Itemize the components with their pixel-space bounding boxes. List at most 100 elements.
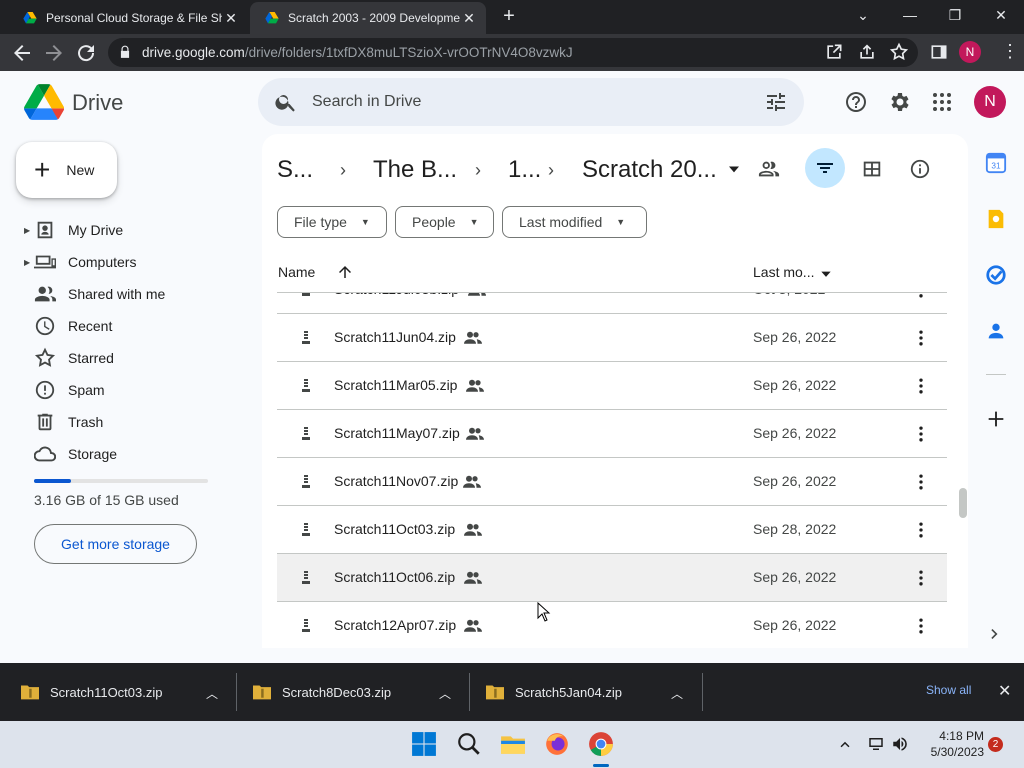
file-type-filter-chip[interactable]: File type ▼	[277, 206, 387, 238]
table-row[interactable]: Scratch12Apr07.zip Sep 26, 2022	[277, 602, 947, 648]
browser-profile-avatar[interactable]: N	[959, 41, 981, 63]
show-all-downloads-link[interactable]: Show all	[926, 683, 971, 697]
sidebar-item-spam[interactable]: Spam	[0, 374, 250, 406]
lock-icon[interactable]	[118, 45, 132, 59]
tab-scratch-development[interactable]: Scratch 2003 - 2009 Development ✕	[250, 2, 486, 34]
taskbar-search-icon[interactable]	[456, 731, 482, 757]
minimize-icon[interactable]: —	[896, 4, 924, 28]
reload-icon[interactable]	[74, 41, 98, 65]
close-download-bar-icon[interactable]: ✕	[998, 681, 1011, 701]
table-row[interactable]: Scratch11Jul03b.zip Oct 3, 2022	[277, 293, 947, 314]
info-icon[interactable]	[909, 158, 931, 180]
new-button[interactable]: + New	[16, 142, 117, 198]
more-actions-icon[interactable]	[911, 616, 931, 636]
download-item-2[interactable]: Scratch8Dec03.zip ︿	[252, 663, 458, 721]
breadcrumb-item-3[interactable]: 1...	[508, 156, 541, 184]
more-actions-icon[interactable]	[911, 424, 931, 444]
more-actions-icon[interactable]	[911, 520, 931, 540]
column-header-name[interactable]: Name	[278, 264, 315, 280]
network-icon[interactable]	[867, 735, 885, 753]
people-filter-chip[interactable]: People ▼	[395, 206, 494, 238]
search-icon[interactable]	[274, 90, 298, 114]
column-dropdown-icon[interactable]	[819, 267, 833, 281]
calendar-icon[interactable]: 31	[985, 152, 1007, 174]
address-bar[interactable]: drive.google.com/drive/folders/1txfDX8mu…	[108, 38, 918, 67]
close-tab-icon[interactable]: ✕	[460, 10, 478, 27]
sidebar-item-my-drive[interactable]: ▶ My Drive	[0, 214, 250, 246]
tab-search-chevron-icon[interactable]: ⌄	[849, 4, 877, 28]
get-more-storage-button[interactable]: Get more storage	[34, 524, 197, 564]
breadcrumb-item-1[interactable]: S...	[277, 156, 313, 184]
more-actions-icon[interactable]	[911, 568, 931, 588]
settings-gear-icon[interactable]	[888, 90, 912, 114]
file-name[interactable]: Scratch11Mar05.zip	[334, 377, 457, 393]
sidebar-item-computers[interactable]: ▶ Computers	[0, 246, 250, 278]
install-app-icon[interactable]	[824, 42, 844, 62]
download-item-3[interactable]: Scratch5Jan04.zip ︿	[485, 663, 691, 721]
tasks-icon[interactable]	[985, 264, 1007, 286]
search-input[interactable]	[312, 89, 732, 115]
more-actions-icon[interactable]	[911, 376, 931, 396]
keep-icon[interactable]	[985, 208, 1007, 230]
file-name[interactable]: Scratch11Jul03b.zip	[334, 293, 459, 297]
sidebar-item-trash[interactable]: Trash	[0, 406, 250, 438]
expand-caret-icon[interactable]: ▶	[24, 258, 34, 267]
sidebar-item-starred[interactable]: Starred	[0, 342, 250, 374]
drive-logo-icon[interactable]	[24, 84, 64, 120]
firefox-icon[interactable]	[544, 731, 570, 757]
window-close-icon[interactable]: ✕	[987, 4, 1015, 28]
table-row[interactable]: Scratch11Oct03.zip Sep 28, 2022	[277, 506, 947, 554]
add-addon-plus-icon[interactable]	[985, 408, 1007, 430]
forward-arrow-icon[interactable]	[42, 41, 66, 65]
windows-start-icon[interactable]	[411, 731, 437, 757]
side-panel-icon[interactable]	[929, 42, 949, 62]
table-row[interactable]: Scratch11Oct06.zip Sep 26, 2022	[277, 554, 947, 602]
download-options-chevron-icon[interactable]: ︿	[439, 685, 451, 702]
more-actions-icon[interactable]	[911, 472, 931, 492]
table-row[interactable]: Scratch11Jun04.zip Sep 26, 2022	[277, 314, 947, 362]
share-icon[interactable]	[857, 42, 877, 62]
notification-badge[interactable]: 2	[988, 737, 1003, 752]
side-panel-expand-chevron-icon[interactable]	[985, 624, 1005, 644]
bookmark-star-icon[interactable]	[889, 42, 909, 62]
breadcrumb-current-folder[interactable]: Scratch 20...	[582, 156, 717, 184]
account-avatar[interactable]: N	[974, 86, 1006, 118]
sidebar-item-recent[interactable]: Recent	[0, 310, 250, 342]
file-name[interactable]: Scratch11Oct06.zip	[334, 569, 455, 585]
breadcrumb-item-2[interactable]: The B...	[373, 156, 457, 184]
filter-icon[interactable]	[813, 156, 837, 180]
download-item-1[interactable]: Scratch11Oct03.zip ︿	[20, 663, 226, 721]
scrollbar-thumb[interactable]	[959, 488, 967, 518]
close-tab-icon[interactable]: ✕	[222, 10, 240, 27]
volume-icon[interactable]	[891, 735, 909, 753]
help-icon[interactable]	[844, 90, 868, 114]
grid-view-icon[interactable]	[861, 158, 883, 180]
download-options-chevron-icon[interactable]: ︿	[671, 685, 683, 702]
search-options-icon[interactable]	[764, 90, 788, 114]
table-row[interactable]: Scratch11Mar05.zip Sep 26, 2022	[277, 362, 947, 410]
column-header-last-modified[interactable]: Last mo...	[753, 264, 814, 280]
sidebar-item-shared-with-me[interactable]: Shared with me	[0, 278, 250, 310]
show-hidden-icons-chevron-icon[interactable]	[836, 735, 854, 753]
expand-caret-icon[interactable]: ▶	[24, 226, 34, 235]
last-modified-filter-chip[interactable]: Last modified ▼	[502, 206, 647, 238]
browser-menu-icon[interactable]: ⋮	[1000, 42, 1020, 62]
file-explorer-icon[interactable]	[500, 731, 526, 757]
contacts-icon[interactable]	[985, 320, 1007, 342]
chrome-icon[interactable]	[588, 731, 614, 757]
new-tab-button[interactable]: +	[498, 6, 520, 28]
table-row[interactable]: Scratch11May07.zip Sep 26, 2022	[277, 410, 947, 458]
more-actions-icon[interactable]	[911, 328, 931, 348]
system-clock[interactable]: 4:18 PM 5/30/2023	[918, 728, 984, 760]
file-name[interactable]: Scratch12Apr07.zip	[334, 617, 456, 633]
folder-shared-icon[interactable]	[758, 158, 780, 180]
back-arrow-icon[interactable]	[10, 41, 34, 65]
table-row[interactable]: Scratch11Nov07.zip Sep 26, 2022	[277, 458, 947, 506]
file-name[interactable]: Scratch11Oct03.zip	[334, 521, 455, 537]
sort-ascending-arrow-icon[interactable]	[336, 263, 354, 281]
file-name[interactable]: Scratch11May07.zip	[334, 425, 460, 441]
download-options-chevron-icon[interactable]: ︿	[206, 685, 218, 702]
restore-icon[interactable]: ❐	[941, 4, 969, 28]
sidebar-item-storage[interactable]: Storage	[0, 438, 250, 470]
file-name[interactable]: Scratch11Nov07.zip	[334, 473, 458, 489]
